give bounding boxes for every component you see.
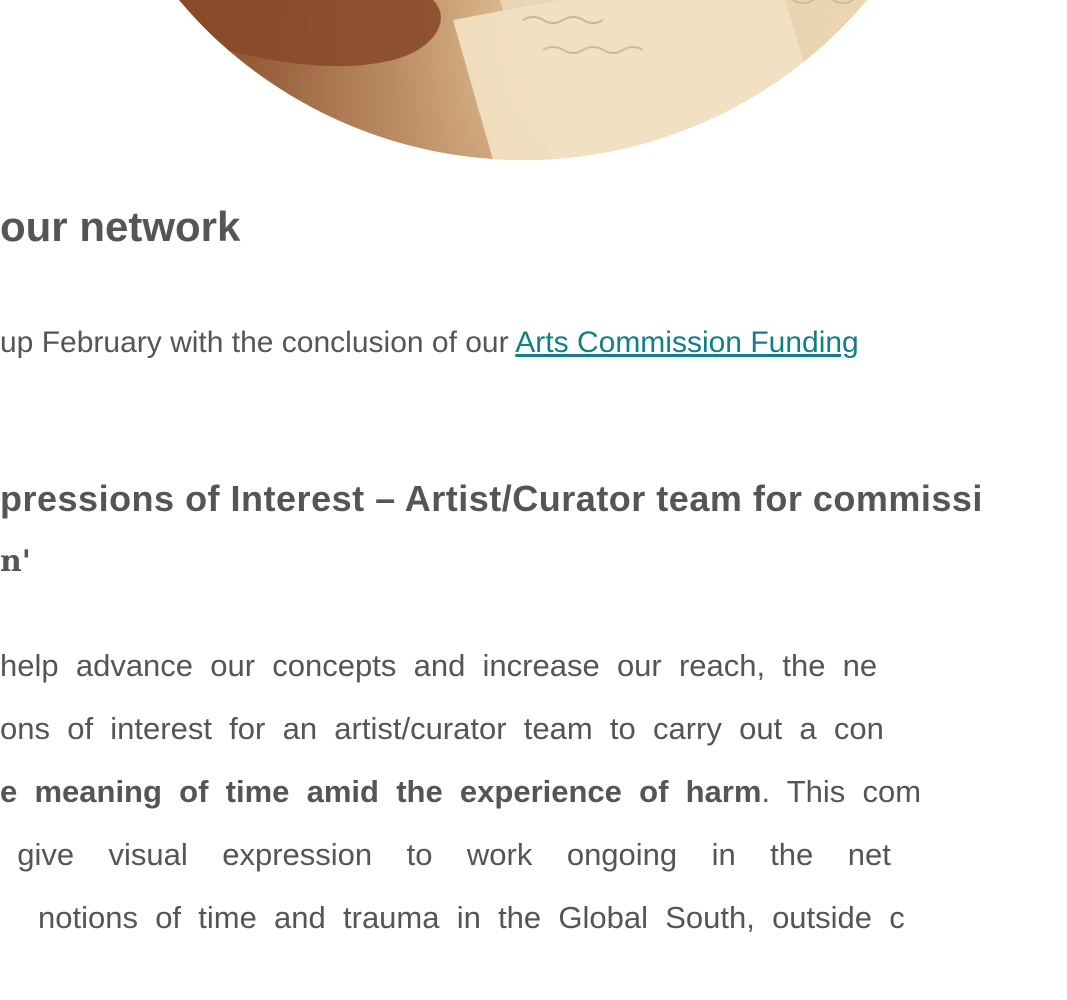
section-heading: our network <box>0 203 241 250</box>
notebook-photo <box>193 0 973 160</box>
body-line: give visual expression to work ongoing i… <box>0 837 891 872</box>
arts-commission-funding-link[interactable]: Arts Commission Funding <box>515 326 858 359</box>
intro-text: up February with the conclusion of our <box>0 326 516 359</box>
expressions-of-interest-heading: pressions of Interest – Artist/Curator t… <box>0 478 983 519</box>
body-text-fragment: . This com <box>761 774 922 809</box>
body-line: ons of interest for an artist/curator te… <box>0 711 884 746</box>
emphasis-text: e meaning of time amid the experience of… <box>0 774 762 809</box>
body-line: notions of time and trauma in the Global… <box>38 900 905 935</box>
heading-continuation: n' <box>0 544 31 579</box>
intro-paragraph: up February with the conclusion of our A… <box>0 326 1067 360</box>
body-line: e meaning of time amid the experience of… <box>0 774 921 810</box>
hero-image-container <box>0 0 1067 160</box>
body-line: help advance our concepts and increase o… <box>0 648 878 683</box>
hero-image <box>73 0 973 160</box>
